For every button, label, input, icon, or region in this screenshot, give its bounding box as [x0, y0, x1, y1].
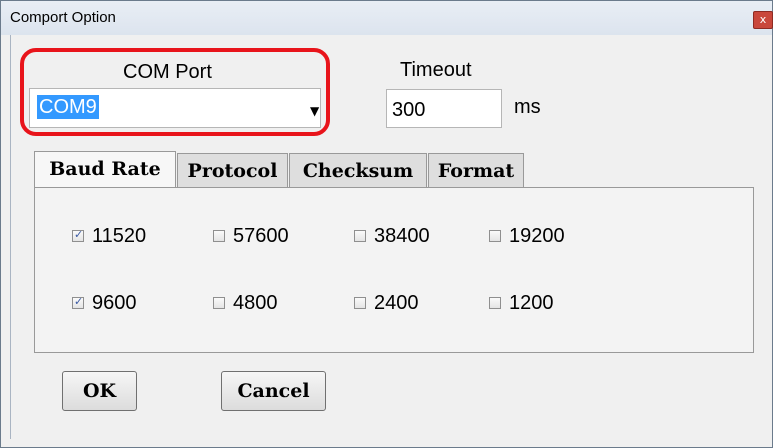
tab-baud-rate[interactable]: Baud Rate — [34, 151, 176, 187]
checkbox-box[interactable] — [489, 297, 501, 309]
dialog-body: COM Port COM9 ▼ Timeout 300 ms Baud Rate… — [10, 35, 763, 439]
timeout-label: Timeout — [400, 59, 472, 81]
annotation-highlight — [20, 48, 330, 136]
checkbox-label: 1200 — [509, 291, 554, 314]
tab-checksum[interactable]: Checksum — [289, 153, 427, 187]
baud-rate-panel: ✓ 11520 57600 38400 19200 ✓ 9600 4800 24… — [34, 187, 754, 353]
checkbox-box[interactable]: ✓ — [72, 228, 84, 242]
checkbox-11520[interactable]: ✓ 11520 — [72, 224, 146, 248]
checkbox-4800[interactable]: 4800 — [213, 291, 278, 315]
checkbox-label: 57600 — [233, 224, 289, 247]
checkbox-1200[interactable]: 1200 — [489, 291, 554, 315]
checkbox-box[interactable] — [213, 230, 225, 242]
checkmark-icon: ✓ — [74, 228, 84, 241]
checkbox-19200[interactable]: 19200 — [489, 224, 565, 248]
checkbox-box[interactable] — [489, 230, 501, 242]
checkbox-box[interactable] — [213, 297, 225, 309]
checkbox-label: 9600 — [92, 291, 137, 314]
checkbox-38400[interactable]: 38400 — [354, 224, 430, 248]
checkbox-label: 4800 — [233, 291, 278, 314]
checkmark-icon: ✓ — [74, 295, 84, 308]
checkbox-box[interactable] — [354, 230, 366, 242]
checkbox-label: 11520 — [92, 224, 147, 247]
checkbox-box[interactable] — [354, 297, 366, 309]
cancel-button[interactable]: Cancel — [221, 371, 326, 411]
close-icon: x — [759, 13, 767, 26]
checkbox-57600[interactable]: 57600 — [213, 224, 289, 248]
checkbox-label: 2400 — [374, 291, 419, 314]
tab-format[interactable]: Format — [428, 153, 524, 187]
timeout-input[interactable]: 300 — [386, 89, 502, 128]
ok-button[interactable]: OK — [62, 371, 137, 411]
checkbox-9600[interactable]: ✓ 9600 — [72, 291, 137, 315]
checkbox-2400[interactable]: 2400 — [354, 291, 419, 315]
title-bar: Comport Option x — [1, 1, 773, 35]
comport-option-dialog: Comport Option x COM Port COM9 ▼ Timeout… — [0, 0, 773, 448]
window-title: Comport Option — [10, 9, 116, 26]
checkbox-label: 38400 — [374, 224, 430, 247]
close-button[interactable]: x — [753, 11, 773, 29]
checkbox-label: 19200 — [509, 224, 565, 247]
timeout-unit: ms — [514, 96, 541, 118]
tab-protocol[interactable]: Protocol — [177, 153, 288, 187]
checkbox-box[interactable]: ✓ — [72, 295, 84, 309]
